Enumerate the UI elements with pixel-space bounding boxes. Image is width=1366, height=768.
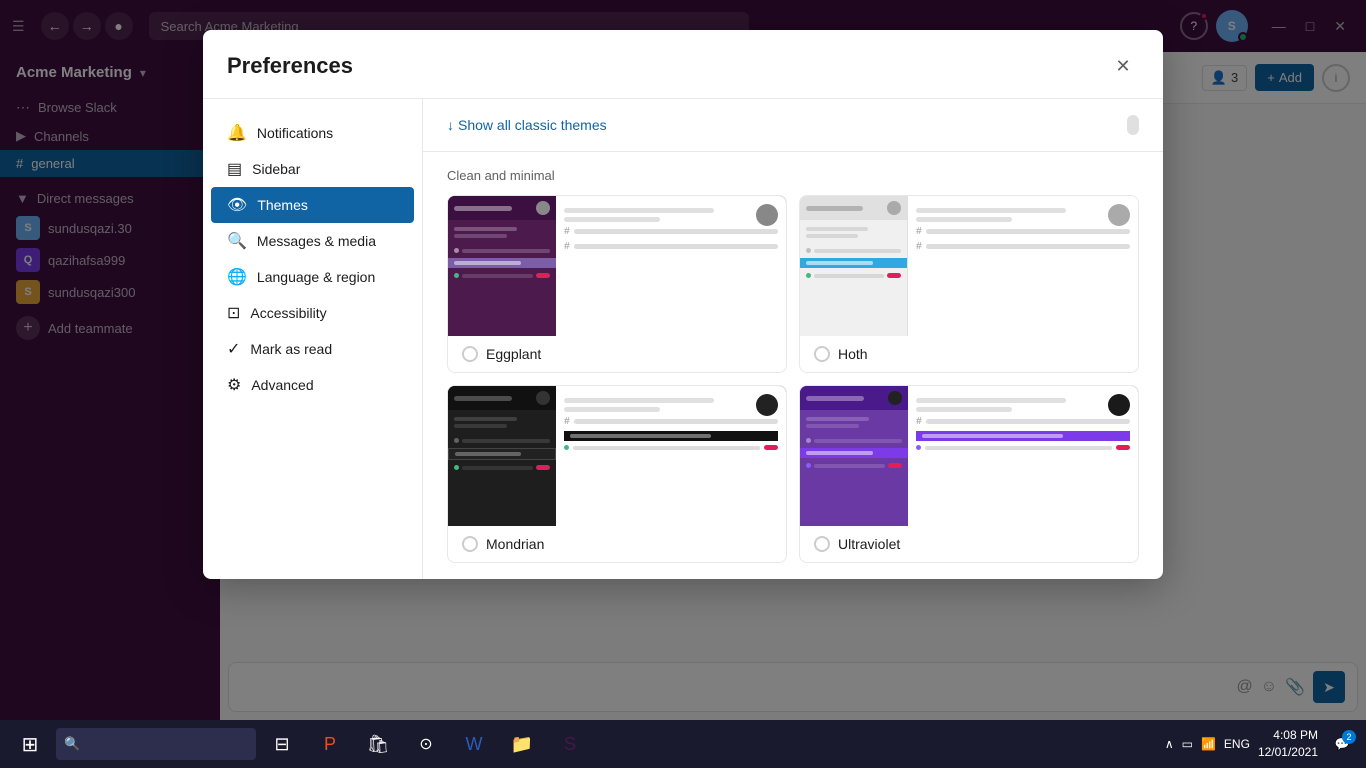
pref-item-advanced[interactable]: ⚙ Advanced [211,367,414,403]
taskbar-powerpoint-icon[interactable]: P [308,722,352,766]
eggplant-label: Eggplant [486,346,541,362]
clock-time: 4:08 PM [1258,727,1318,744]
sidebar-icon: ▤ [227,159,242,179]
pref-item-notifications[interactable]: 🔔 Notifications [211,115,414,151]
taskbar-language: ENG [1224,737,1250,751]
language-label: Language & region [257,269,375,285]
taskbar: ⊞ 🔍 ⊟ P 🛍 ⊙ W 📁 S ∧ ▭ 📶 ENG 4:08 PM 12/0… [0,720,1366,768]
hoth-radio[interactable] [814,346,830,362]
mondrian-name-row: Mondrian [448,526,786,562]
eggplant-radio[interactable] [462,346,478,362]
language-icon: 🌐 [227,267,247,287]
themes-scroll: Clean and minimal [423,152,1163,579]
clock-date: 12/01/2021 [1258,744,1318,761]
ultraviolet-name-row: Ultraviolet [800,526,1138,562]
pref-item-sidebar[interactable]: ▤ Sidebar [211,151,414,187]
modal-close-button[interactable]: ✕ [1107,50,1139,82]
ultraviolet-label: Ultraviolet [838,536,900,552]
preferences-modal: Preferences ✕ 🔔 Notifications ▤ Sidebar … [203,30,1163,579]
section-label: Clean and minimal [447,168,1139,183]
notifications-icon: 🔔 [227,123,247,143]
start-button[interactable]: ⊞ [8,722,52,766]
advanced-label: Advanced [251,377,313,393]
show-classic-label: Show all classic themes [458,117,607,133]
theme-preview-hoth: # # [800,196,1138,336]
taskbar-battery: ▭ [1182,737,1193,751]
modal-overlay: Preferences ✕ 🔔 Notifications ▤ Sidebar … [0,0,1366,720]
theme-preview-ultraviolet: # [800,386,1138,526]
pref-item-themes[interactable]: 👁 Themes [211,187,414,223]
notifications-label: Notifications [257,125,333,141]
pref-item-mark-as-read[interactable]: ✓ Mark as read [211,331,414,367]
pref-item-messages[interactable]: 🔍 Messages & media [211,223,414,259]
theme-card-ultraviolet[interactable]: # [799,385,1139,563]
taskbar-slack-icon[interactable]: S [548,722,592,766]
taskbar-store-icon[interactable]: 🛍 [356,722,400,766]
accessibility-icon: ⊡ [227,303,240,323]
themes-grid: # # [447,195,1139,563]
modal-title: Preferences [227,53,353,79]
mark-as-read-label: Mark as read [250,341,332,357]
messages-icon: 🔍 [227,231,247,251]
pref-item-language[interactable]: 🌐 Language & region [211,259,414,295]
ultraviolet-radio[interactable] [814,536,830,552]
themes-content: ↓ Show all classic themes Clean and mini… [423,99,1163,579]
mark-as-read-icon: ✓ [227,339,240,359]
messages-label: Messages & media [257,233,376,249]
themes-label: Themes [257,197,308,213]
preferences-sidebar: 🔔 Notifications ▤ Sidebar 👁 Themes 🔍 Mes… [203,99,423,579]
search-icon: 🔍 [64,736,80,752]
theme-card-hoth[interactable]: # # [799,195,1139,373]
taskbar-chrome-icon[interactable]: ⊙ [404,722,448,766]
pref-item-accessibility[interactable]: ⊡ Accessibility [211,295,414,331]
theme-preview-eggplant: # # [448,196,786,336]
themes-icon: 👁 [227,195,247,215]
hoth-name-row: Hoth [800,336,1138,372]
show-classic-themes-link[interactable]: ↓ Show all classic themes [447,117,607,133]
theme-card-eggplant[interactable]: # # [447,195,787,373]
notification-badge: 2 [1342,730,1356,744]
modal-body: 🔔 Notifications ▤ Sidebar 👁 Themes 🔍 Mes… [203,99,1163,579]
taskbar-network: 📶 [1201,737,1216,751]
themes-header: ↓ Show all classic themes [423,99,1163,152]
taskbar-word-icon[interactable]: W [452,722,496,766]
taskbar-chevron[interactable]: ∧ [1165,737,1174,751]
taskbar-right: ∧ ▭ 📶 ENG 4:08 PM 12/01/2021 💬 2 [1165,727,1358,761]
scroll-indicator [1127,115,1139,135]
mondrian-radio[interactable] [462,536,478,552]
mondrian-label: Mondrian [486,536,544,552]
taskbar-explorer-icon[interactable]: 📁 [500,722,544,766]
hoth-label: Hoth [838,346,868,362]
advanced-icon: ⚙ [227,375,241,395]
chevron-down-icon: ↓ [447,117,454,133]
eggplant-name-row: Eggplant [448,336,786,372]
taskbar-search[interactable]: 🔍 [56,728,256,760]
accessibility-label: Accessibility [250,305,326,321]
modal-header: Preferences ✕ [203,30,1163,99]
taskbar-clock[interactable]: 4:08 PM 12/01/2021 [1258,727,1318,761]
theme-card-mondrian[interactable]: # [447,385,787,563]
taskbar-notification[interactable]: 💬 2 [1326,728,1358,760]
sidebar-label: Sidebar [252,161,300,177]
theme-preview-mondrian: # [448,386,786,526]
taskbar-files-icon[interactable]: ⊟ [260,722,304,766]
